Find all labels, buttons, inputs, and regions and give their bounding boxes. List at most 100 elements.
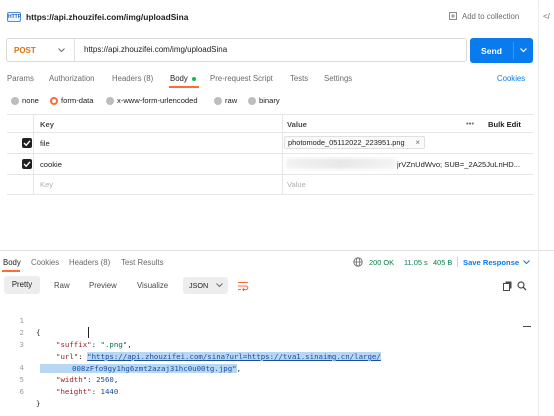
response-tab-body[interactable]: Body [3, 258, 21, 267]
status-code[interactable]: 200 OK [369, 258, 394, 267]
tab-body-dot [191, 76, 196, 81]
row-checkbox[interactable] [22, 138, 32, 148]
check-icon [23, 140, 31, 147]
send-button[interactable]: Send [470, 38, 533, 63]
response-tab-headers[interactable]: Headers (8) [69, 258, 110, 267]
json-key: "height" [56, 387, 92, 396]
body-mode-binary-label: binary [259, 96, 280, 105]
response-tab-cookies[interactable]: Cookies [31, 258, 59, 267]
url-input[interactable]: https://api.zhouzifei.com/img/uploadSina [84, 45, 227, 54]
view-pretty-button[interactable]: Pretty [4, 276, 40, 294]
response-tab-body-underline [2, 270, 20, 272]
cookies-link[interactable]: Cookies [497, 74, 525, 83]
view-pretty-label: Pretty [11, 280, 33, 289]
table-top-border [7, 114, 533, 115]
column-header-value: Value [287, 120, 307, 129]
http-badge-label: HTTP [8, 14, 22, 20]
file-chip-label: photomode_05112022_223951.png [288, 138, 405, 147]
blurred-value [286, 158, 396, 169]
tab-params[interactable]: Params [7, 74, 34, 83]
format-label: JSON [189, 281, 209, 290]
request-title[interactable]: https://api.zhouzifei.com/img/uploadSina [26, 12, 188, 22]
collection-icon [449, 12, 457, 20]
method-label: POST [14, 45, 36, 55]
wrap-lines-icon[interactable] [237, 281, 249, 291]
code-text[interactable]: } [36, 398, 40, 410]
table-header-border [7, 132, 533, 133]
tab-settings[interactable]: Settings [324, 74, 352, 83]
row-value[interactable]: jrVZnUdWvo; SUB=_2A25JuLnHD... [397, 160, 529, 169]
code-line: 2 "suffix": ".png", [0, 315, 554, 349]
body-mode-urlencoded[interactable]: x-www-form-urlencoded [106, 96, 198, 105]
body-mode-urlencoded-label: x-www-form-urlencoded [117, 96, 198, 105]
code-line: 1 { [0, 303, 554, 337]
scrollbar-marker[interactable] [523, 326, 531, 327]
search-icon[interactable] [517, 281, 527, 291]
code-line: 5 "height": 1440 [0, 362, 554, 396]
code-line: 3 "url": "https://api.zhouzifei.com/sina… [0, 327, 554, 361]
code-line: 6 } [0, 374, 554, 408]
table-col-border [33, 114, 34, 194]
json-number: 1440 [100, 387, 119, 396]
view-preview-button[interactable]: Preview [89, 281, 117, 290]
radio-selected-icon [50, 96, 58, 105]
tab-body-underline [169, 86, 199, 88]
remove-file-icon[interactable]: × [415, 138, 420, 147]
check-icon [23, 161, 31, 168]
line-number: 6 [19, 387, 24, 396]
table-col-border [282, 114, 283, 194]
add-to-collection-label: Add to collection [462, 12, 520, 21]
tab-body-label: Body [170, 74, 188, 83]
send-label: Send [481, 45, 503, 56]
body-mode-raw[interactable]: raw [214, 96, 237, 105]
chevron-down-icon [216, 283, 223, 288]
new-key-input[interactable]: Key [40, 180, 53, 189]
more-options-icon[interactable]: ••• [466, 119, 474, 128]
tab-tests[interactable]: Tests [290, 74, 308, 83]
response-size[interactable]: 405 B [433, 258, 452, 267]
code-line: 4 "width": 2560, [0, 350, 554, 384]
file-chip[interactable]: photomode_05112022_223951.png × [284, 136, 425, 149]
right-edge-border [538, 0, 539, 416]
row-checkbox[interactable] [22, 159, 32, 169]
radio-icon [106, 96, 114, 105]
view-visualize-button[interactable]: Visualize [137, 281, 168, 290]
send-divider [513, 42, 514, 59]
body-mode-form-data[interactable]: form-data [50, 96, 94, 105]
body-mode-form-data-label: form-data [61, 96, 94, 105]
copy-icon[interactable] [503, 281, 512, 291]
save-response-button[interactable]: Save Response [463, 258, 519, 267]
bulk-edit-button[interactable]: Bulk Edit [488, 120, 521, 129]
format-select[interactable]: JSON [183, 277, 228, 294]
tab-body[interactable]: Body [170, 74, 196, 83]
radio-icon [11, 96, 19, 105]
tab-authorization[interactable]: Authorization [49, 74, 95, 83]
tab-headers[interactable]: Headers (8) [112, 74, 153, 83]
body-mode-none-label: none [22, 96, 39, 105]
chevron-down-icon[interactable] [520, 48, 527, 53]
column-header-key: Key [40, 120, 54, 129]
pane-divider[interactable] [0, 250, 554, 251]
radio-icon [248, 96, 256, 105]
add-to-collection-button[interactable]: Add to collection [449, 12, 519, 21]
body-mode-raw-label: raw [225, 96, 238, 105]
radio-icon [214, 96, 222, 105]
chevron-down-icon [58, 47, 65, 52]
body-mode-binary[interactable]: binary [248, 96, 280, 105]
chevron-down-icon[interactable] [523, 260, 530, 265]
text-cursor [88, 327, 89, 338]
http-badge: HTTP [7, 12, 21, 22]
response-tab-test-results[interactable]: Test Results [121, 258, 163, 267]
row-key[interactable]: cookie [40, 160, 62, 169]
response-time[interactable]: 11.05 s [404, 258, 428, 267]
tab-pre-request-script[interactable]: Pre-request Script [210, 74, 273, 83]
method-select[interactable]: POST [7, 39, 75, 61]
row-key[interactable]: file [40, 139, 50, 148]
code-snippet-icon[interactable]: </ [543, 12, 550, 21]
globe-icon[interactable] [353, 257, 363, 267]
new-value-input[interactable]: Value [287, 180, 306, 189]
code-text[interactable]: "height": 1440 [56, 386, 118, 398]
table-bottom-border [7, 194, 533, 195]
view-raw-button[interactable]: Raw [54, 281, 70, 290]
body-mode-none[interactable]: none [11, 96, 39, 105]
